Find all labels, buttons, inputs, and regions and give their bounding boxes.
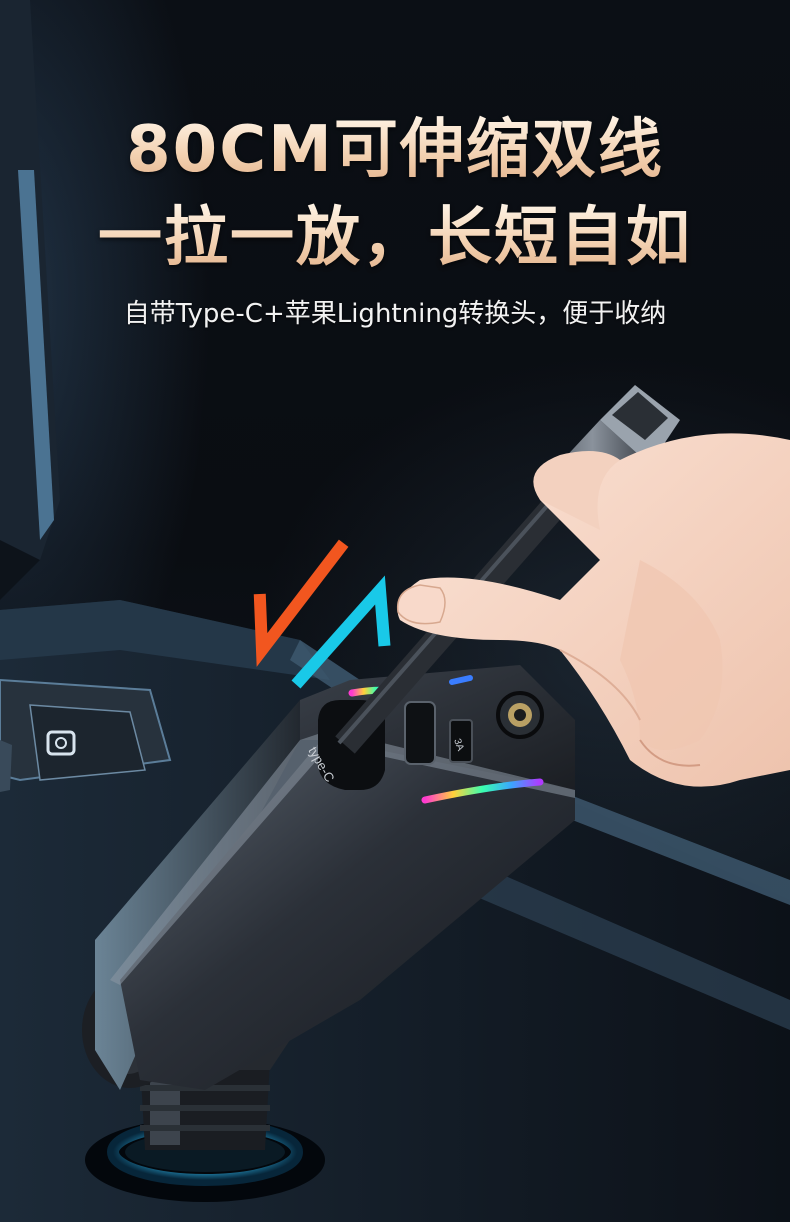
headline-line-1: 80CM可伸缩双线 xyxy=(0,112,790,188)
headline-line-2: 一拉一放，长短自如 xyxy=(0,200,790,276)
product-banner: type-C 3A 80CM可伸缩双线 一拉一放，长短自如 自带Type-C+苹… xyxy=(0,0,790,1222)
retract-arrow-icon xyxy=(291,575,391,689)
pull-arrow-icon xyxy=(253,539,349,667)
subtitle: 自带Type-C+苹果Lightning转换头，便于收纳 xyxy=(123,299,667,329)
